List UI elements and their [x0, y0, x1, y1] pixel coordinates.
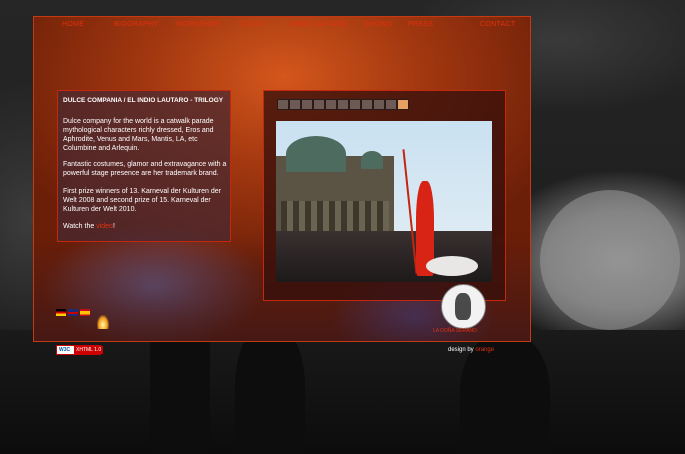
top-navigation: HOME BIOGRAPHY WORKSHOP DULCE INDIO LAUT… — [34, 21, 530, 31]
article-paragraph: Fantastic costumes, glamor and extravaga… — [63, 161, 227, 177]
video-suffix: ! — [112, 223, 115, 230]
gallery-thumbnail[interactable] — [361, 99, 373, 110]
photo-dome — [286, 136, 346, 172]
gallery-main-photo[interactable] — [276, 121, 492, 282]
w3c-xhtml-badge[interactable]: W3C XHTML 1.0 — [56, 345, 104, 355]
flag-english-icon[interactable] — [68, 309, 78, 316]
nav-item-contact[interactable]: CONTACT — [480, 21, 515, 28]
nav-item-home[interactable]: HOME — [62, 21, 84, 28]
video-link[interactable]: video — [96, 223, 113, 230]
video-prefix: Watch the — [63, 223, 95, 230]
credit-link[interactable]: orange — [475, 347, 494, 353]
background-gray-shape — [540, 190, 680, 330]
logo-text: LA DOÑA SERANO — [433, 328, 477, 334]
article-box: DULCE COMPANIA / EL INDIO LAUTARO - TRIL… — [57, 90, 231, 242]
nav-item-indio-lautaro[interactable]: INDIO LAUTARO — [290, 21, 348, 28]
photo-gallery — [263, 90, 506, 301]
xhtml-label: XHTML 1.0 — [74, 346, 104, 354]
gallery-thumbnail[interactable] — [385, 99, 397, 110]
w3c-label: W3C — [59, 347, 71, 353]
logo-badge[interactable] — [441, 284, 486, 329]
gallery-thumbnail[interactable] — [337, 99, 349, 110]
gallery-thumbnail[interactable] — [349, 99, 361, 110]
nav-item-workshop[interactable]: WORKSHOP — [176, 21, 220, 28]
gallery-thumbnail[interactable] — [325, 99, 337, 110]
article-paragraph-video: Watch the video! — [63, 222, 228, 231]
article-paragraph: First prize winners of 13. Karneval der … — [63, 188, 221, 213]
gallery-thumbnail[interactable] — [301, 99, 313, 110]
main-content-frame: HOME BIOGRAPHY WORKSHOP DULCE INDIO LAUT… — [33, 16, 531, 342]
logo-figure-icon — [455, 293, 471, 320]
gallery-thumbnail[interactable] — [277, 99, 289, 110]
nav-item-dulce[interactable]: DULCE — [239, 21, 264, 28]
nav-item-biography[interactable]: BIOGRAPHY — [114, 21, 158, 28]
photo-skirt — [426, 256, 478, 276]
credit-prefix: design by — [448, 347, 474, 353]
article-title: DULCE COMPANIA / EL INDIO LAUTARO - TRIL… — [63, 97, 224, 104]
gallery-thumbnail[interactable] — [397, 99, 409, 110]
nav-item-shows[interactable]: SHOWS — [364, 21, 392, 28]
gallery-thumbnail[interactable] — [289, 99, 301, 110]
design-credit: design by orange — [448, 347, 494, 353]
gallery-thumbnail[interactable] — [313, 99, 325, 110]
flag-spanish-icon[interactable] — [80, 309, 90, 316]
flag-german-icon[interactable] — [56, 309, 66, 316]
fire-icon — [97, 315, 109, 329]
nav-item-press[interactable]: PRESS — [408, 21, 433, 28]
photo-dome-small — [361, 151, 383, 169]
article-paragraph: Dulce company for the world is a catwalk… — [63, 118, 214, 152]
gallery-thumbnail[interactable] — [373, 99, 385, 110]
